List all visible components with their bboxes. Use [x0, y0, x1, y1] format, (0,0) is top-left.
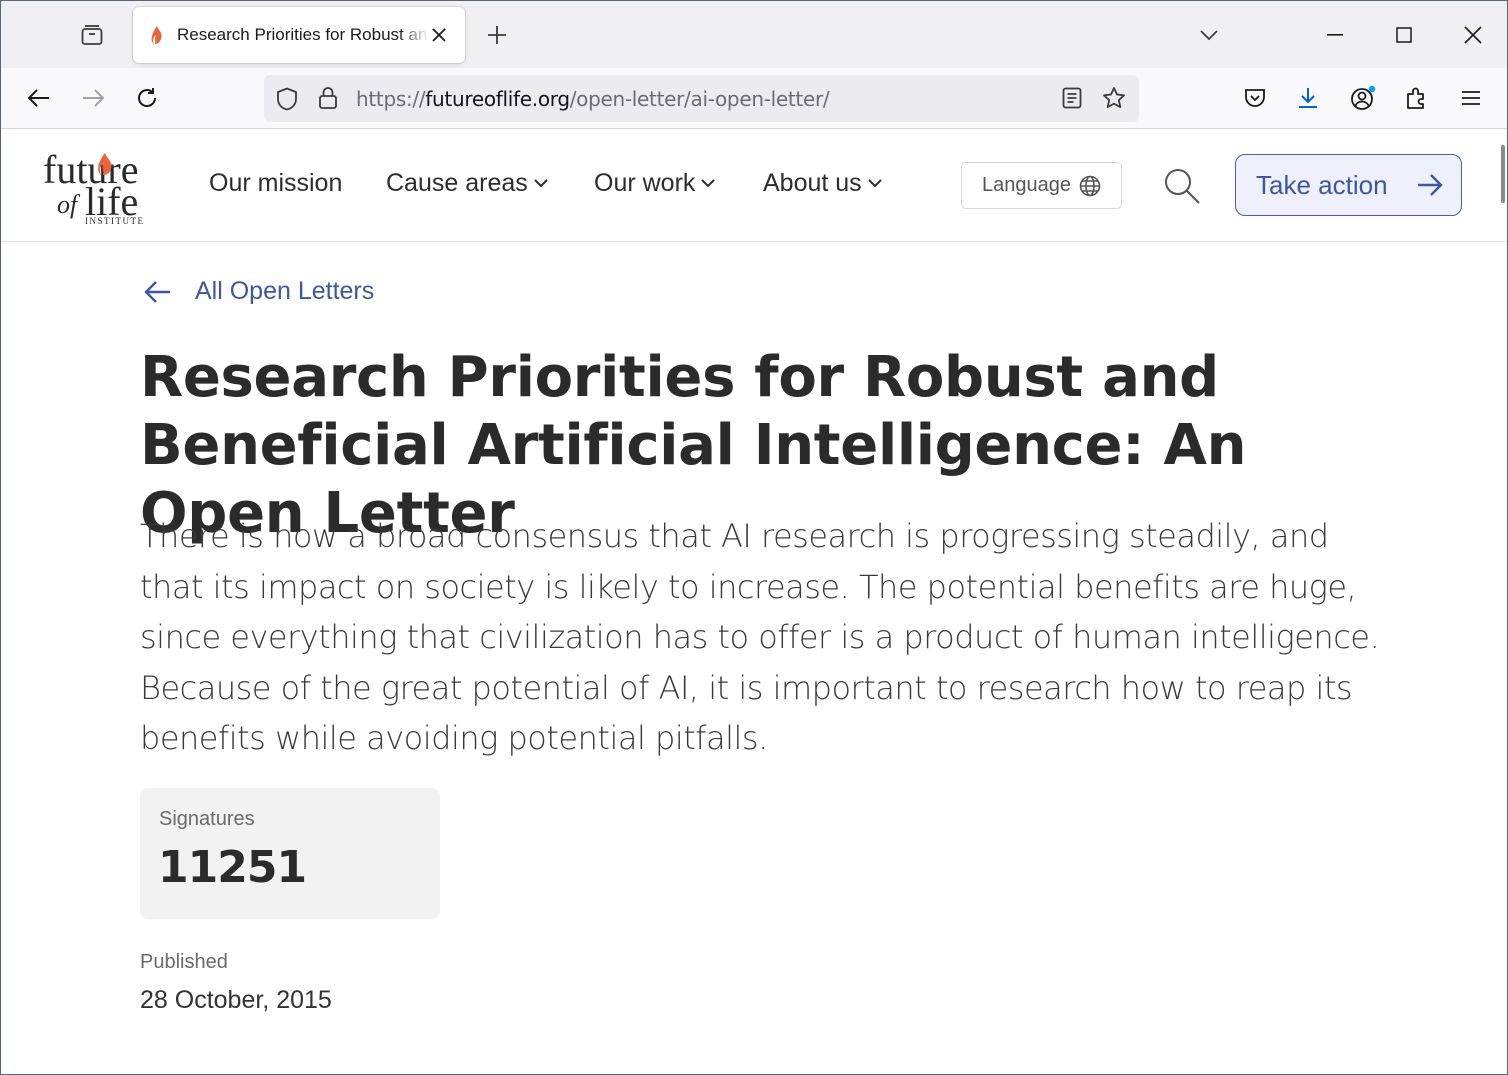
navigation-toolbar: https://futureoflife.org/open-letter/ai-… — [1, 68, 1507, 129]
tab-strip: Research Priorities for Robust and Benef… — [1, 1, 1507, 68]
signatures-label: Signatures — [159, 808, 255, 830]
search-button[interactable] — [1159, 163, 1205, 209]
published-label: Published — [140, 951, 228, 973]
menu-button[interactable] — [1451, 78, 1491, 118]
minimize-button[interactable] — [1307, 11, 1363, 59]
arrow-right-icon — [1418, 174, 1443, 196]
web-page: future of life INSTITUTE Our mission Cau… — [1, 129, 1507, 1074]
pocket-button[interactable] — [1235, 78, 1275, 118]
address-bar[interactable]: https://futureoflife.org/open-letter/ai-… — [264, 75, 1139, 122]
globe-icon — [1079, 175, 1101, 196]
download-icon — [1299, 88, 1317, 108]
nav-our-mission[interactable]: Our mission — [209, 169, 342, 198]
nav-about-us[interactable]: About us — [763, 169, 882, 198]
forward-button[interactable] — [73, 78, 113, 118]
browser-window: Research Priorities for Robust and Benef… — [0, 0, 1508, 1075]
account-icon — [1351, 85, 1376, 110]
chevron-down-icon — [701, 179, 716, 188]
account-button[interactable] — [1343, 78, 1383, 118]
nav-our-work-label: Our work — [594, 169, 696, 197]
nav-our-mission-label: Our mission — [209, 169, 343, 197]
url-path: /open-letter/ai-open-letter/ — [569, 87, 830, 111]
published-date: 28 October, 2015 — [140, 986, 332, 1014]
close-tab-icon[interactable] — [425, 21, 453, 49]
nav-about-us-label: About us — [763, 169, 862, 197]
arrow-right-icon — [83, 89, 104, 107]
arrow-left-icon — [144, 280, 170, 303]
lock-icon[interactable] — [318, 86, 338, 115]
signatures-card: Signatures 11251 — [140, 788, 440, 919]
language-label: Language — [982, 174, 1071, 196]
all-open-letters-link[interactable]: All Open Letters — [143, 277, 374, 306]
chevron-down-icon — [534, 179, 548, 188]
search-icon — [1165, 169, 1200, 204]
reload-icon — [138, 88, 157, 107]
hamburger-menu-icon — [1462, 91, 1480, 105]
url-host: futureoflife.org — [425, 87, 570, 111]
plus-icon — [488, 26, 506, 44]
close-window-button[interactable] — [1445, 11, 1501, 59]
url-text[interactable]: https://futureoflife.org/open-letter/ai-… — [356, 87, 830, 111]
take-action-label: Take action — [1256, 169, 1388, 200]
logo-text-institute: INSTITUTE — [85, 216, 145, 225]
minimize-icon — [1327, 34, 1343, 36]
chevron-down-icon — [867, 179, 882, 188]
tab-title: Research Priorities for Robust and Benef… — [177, 25, 429, 44]
flame-favicon-icon — [147, 25, 167, 45]
url-scheme: https:// — [356, 87, 426, 111]
pocket-icon — [1245, 89, 1265, 107]
maximize-icon — [1396, 27, 1412, 43]
take-action-button[interactable]: Take action — [1235, 154, 1462, 216]
fli-logo[interactable]: future of life INSTITUTE — [43, 147, 155, 226]
maximize-button[interactable] — [1376, 11, 1432, 59]
reload-button[interactable] — [127, 78, 167, 118]
site-header: future of life INSTITUTE Our mission Cau… — [1, 129, 1507, 242]
chevron-down-icon — [1200, 30, 1218, 41]
intro-paragraph: There is now a broad consensus that AI r… — [140, 517, 1380, 757]
downloads-button[interactable] — [1288, 78, 1328, 118]
bookmark-star-icon[interactable] — [1102, 86, 1126, 115]
firefox-view-icon — [81, 25, 103, 45]
new-tab-button[interactable] — [477, 17, 517, 53]
all-open-letters-label: All Open Letters — [195, 277, 375, 305]
close-icon — [1464, 26, 1482, 44]
puzzle-icon — [1407, 87, 1424, 109]
firefox-view-button[interactable] — [69, 15, 115, 55]
page-scrollbar[interactable] — [1501, 145, 1505, 203]
reader-view-icon[interactable] — [1062, 87, 1082, 114]
nav-cause-areas-label: Cause areas — [386, 169, 528, 197]
list-all-tabs-button[interactable] — [1189, 17, 1229, 53]
signatures-count: 11251 — [158, 842, 307, 893]
logo-text-of: of — [57, 190, 81, 219]
nav-our-work[interactable]: Our work — [594, 169, 716, 198]
back-button[interactable] — [19, 78, 59, 118]
shield-icon[interactable] — [276, 87, 298, 116]
nav-cause-areas[interactable]: Cause areas — [386, 169, 548, 198]
arrow-left-icon — [28, 89, 49, 107]
language-button[interactable]: Language — [961, 162, 1122, 209]
extensions-button[interactable] — [1397, 78, 1437, 118]
tab-active[interactable]: Research Priorities for Robust and Benef… — [133, 7, 465, 63]
